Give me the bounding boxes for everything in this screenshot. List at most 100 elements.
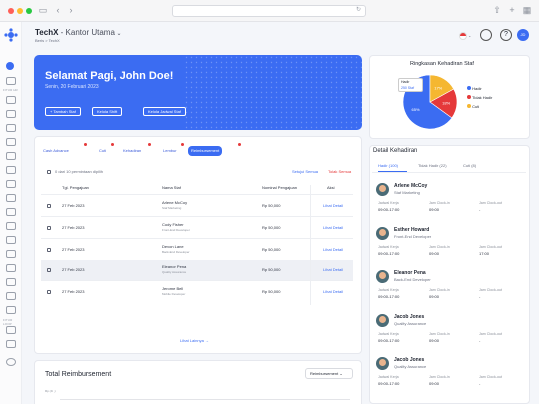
share-icon[interactable]: ⇧	[492, 5, 502, 15]
select-all-checkbox[interactable]	[47, 170, 51, 174]
manage-schedule-button[interactable]: Kelola Jadwal Staf	[143, 107, 186, 116]
approve-all-link[interactable]: Setujui Semua	[292, 169, 318, 174]
clock-out-value: -	[479, 294, 481, 299]
maximize-window-button[interactable]	[26, 8, 32, 14]
column-header-amount[interactable]: Nominal Pengajuan	[262, 185, 297, 190]
row-checkbox[interactable]	[47, 268, 51, 272]
schedule-value: 09:00-17:00	[378, 207, 400, 212]
clock-out-value: 17:00	[479, 251, 490, 256]
reimbursement-select[interactable]: Reimbursement ⌄	[305, 368, 353, 379]
table-row[interactable]: 27 Feb 2023 Jerome Bell Mobile Developer…	[41, 282, 353, 302]
view-detail-link[interactable]: Lihat Detail	[323, 225, 343, 230]
minimize-window-button[interactable]	[17, 8, 23, 14]
reject-all-link[interactable]: Tolak Semua	[328, 169, 351, 174]
close-window-button[interactable]	[8, 8, 14, 14]
loop-doc-icon[interactable]	[6, 326, 16, 334]
divider	[41, 216, 353, 217]
reload-icon[interactable]: ↻	[356, 6, 361, 13]
sidebar-toggle-icon[interactable]: ▭	[38, 5, 48, 15]
attendance-person[interactable]: Arlene McCoy Staf Marketing Jadwal Kerja…	[372, 180, 526, 220]
help-icon[interactable]: ?	[500, 29, 512, 41]
dashboard-icon[interactable]	[6, 62, 14, 70]
person-role: Staf Marketing	[394, 190, 420, 195]
page-title[interactable]: TechX - Kantor Utama ⌄	[35, 28, 122, 37]
table-row[interactable]: 27 Feb 2023 Eleanor Pena Quality Assuran…	[41, 260, 353, 280]
tab-cuti[interactable]: Cuti	[96, 146, 109, 156]
add-staff-button[interactable]: + Tambah Staf	[45, 107, 81, 116]
attendance-person[interactable]: Jacob Jones Quality Assurance Jadwal Ker…	[372, 354, 526, 394]
row-checkbox[interactable]	[47, 204, 51, 208]
manage-shift-button[interactable]: Kelola Shift	[92, 107, 123, 116]
tab-tidak-hadir[interactable]: Tidak Hadir (22)	[418, 163, 447, 168]
attendance-person[interactable]: Eleanor Pena Back-End Developer Jadwal K…	[372, 267, 526, 307]
view-detail-link[interactable]: Lihat Detail	[323, 267, 343, 272]
approval-icon[interactable]	[6, 222, 16, 230]
row-checkbox[interactable]	[47, 248, 51, 252]
tab-cuti-detail[interactable]: Cuti (8)	[463, 163, 476, 168]
leave-icon[interactable]	[6, 152, 16, 160]
column-header-date[interactable]: Tgl. Pengajuan	[62, 185, 89, 190]
clock-out-label: Jam Clock-out	[479, 332, 502, 336]
action-column-divider	[310, 185, 311, 305]
table-row[interactable]: 27 Feb 2023 Arlene McCoy Staf Marketing …	[41, 196, 353, 216]
person-role: Quality Assurance	[394, 364, 427, 369]
table-row[interactable]: 27 Feb 2023 Devon Lane Back-End Develope…	[41, 240, 353, 260]
view-detail-link[interactable]: Lihat Detail	[323, 247, 343, 252]
row-checkbox[interactable]	[47, 290, 51, 294]
row-checkbox[interactable]	[47, 226, 51, 230]
tab-lembur[interactable]: Lembur	[160, 146, 180, 156]
column-header-name[interactable]: Nama Staf	[162, 185, 181, 190]
clock-in-label: Jam Clock-in	[429, 288, 450, 292]
schedule-label: Jadwal Kerja	[378, 201, 399, 205]
row-date: 27 Feb 2023	[62, 203, 85, 208]
announcement-icon[interactable]	[6, 264, 16, 272]
row-date: 27 Feb 2023	[62, 267, 85, 272]
table-row[interactable]: 27 Feb 2023 Cody Fisher Front-End Develo…	[41, 218, 353, 238]
settings-gear-icon[interactable]	[6, 358, 16, 366]
chart-icon[interactable]	[6, 250, 16, 258]
settings-list-icon[interactable]	[6, 306, 16, 314]
attendance-person[interactable]: Esther Howard Front-End Developer Jadwal…	[372, 224, 526, 264]
person-name: Eleanor Pena	[394, 270, 426, 276]
report-icon[interactable]	[6, 236, 16, 244]
new-tab-icon[interactable]: +	[507, 5, 517, 15]
divider	[41, 238, 353, 239]
tab-overview-icon[interactable]: ▦	[522, 5, 532, 15]
tab-kehadiran[interactable]: Kehadiran	[120, 146, 144, 156]
overtime-icon[interactable]	[6, 166, 16, 174]
reimbursement-icon[interactable]	[6, 194, 16, 202]
badge-icon[interactable]	[480, 29, 492, 41]
document-icon[interactable]	[6, 180, 16, 188]
tab-cash-advance[interactable]: Cash Advance	[40, 146, 72, 156]
language-flag-icon[interactable]	[459, 32, 467, 40]
view-detail-link[interactable]: Lihat Detail	[323, 203, 343, 208]
select-chevron-icon: ⌄	[338, 371, 343, 376]
forward-icon[interactable]: ›	[66, 5, 76, 15]
home-icon[interactable]	[6, 77, 16, 85]
loop-file-icon[interactable]	[6, 340, 16, 348]
link-icon[interactable]	[6, 292, 16, 300]
clock-in-label: Jam Clock-in	[429, 245, 450, 249]
mail-icon[interactable]	[6, 278, 16, 286]
payroll-icon[interactable]	[6, 138, 16, 146]
attendance-icon[interactable]	[6, 124, 16, 132]
row-role: Quality Assurance	[162, 270, 187, 274]
language-chevron-icon[interactable]: ⌄	[468, 33, 471, 38]
address-bar[interactable]: ↻	[172, 5, 366, 17]
calendar-icon[interactable]	[6, 110, 16, 118]
see-more-link[interactable]: Lihat Lainnya →	[180, 338, 209, 343]
row-amount: Rp 50,000	[262, 203, 281, 208]
avatar[interactable]: JD	[517, 29, 529, 41]
row-amount: Rp 50,000	[262, 289, 281, 294]
avatar	[376, 270, 389, 283]
breadcrumb: Beris > TechX	[35, 38, 60, 43]
tab-hadir[interactable]: Hadir (100)	[378, 163, 398, 168]
tab-reimbursement[interactable]: Reimbursement	[188, 146, 223, 156]
staff-icon[interactable]	[6, 96, 16, 104]
view-detail-link[interactable]: Lihat Detail	[323, 289, 343, 294]
legend-item: Hadir	[467, 86, 492, 91]
attendance-person[interactable]: Jacob Jones Quality Assurance Jadwal Ker…	[372, 311, 526, 351]
back-icon[interactable]: ‹	[53, 5, 63, 15]
legend: Hadir Tidak Hadir Cuti	[467, 86, 492, 109]
cash-icon[interactable]	[6, 208, 16, 216]
